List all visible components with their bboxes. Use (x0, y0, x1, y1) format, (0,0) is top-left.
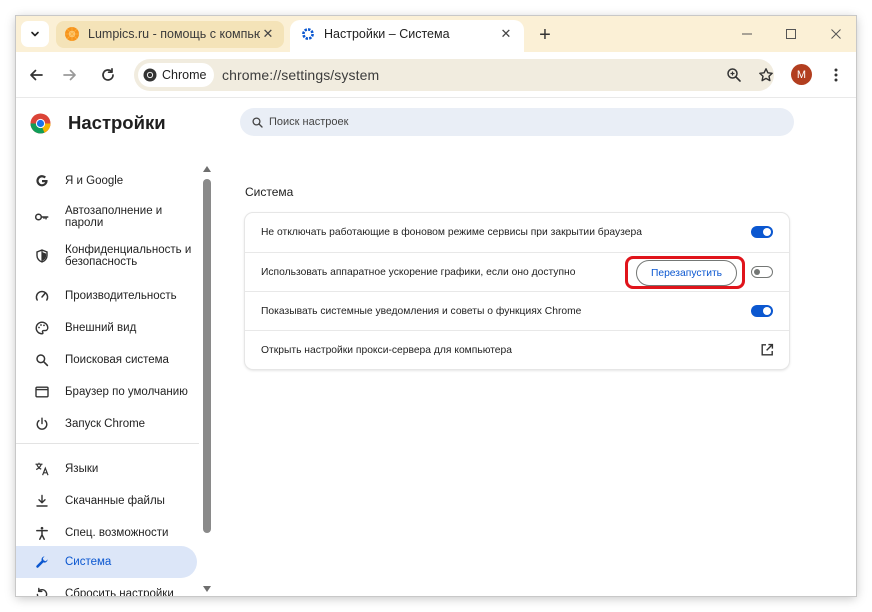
sidebar-item-search-engine[interactable]: Поисковая система (16, 345, 197, 375)
site-info-chip[interactable]: Chrome (138, 63, 215, 87)
sidebar-item-you-and-google[interactable]: Я и Google (16, 166, 197, 196)
wrench-icon (33, 553, 51, 571)
sidebar-item-label: Производительность (65, 290, 177, 302)
system-notifications-toggle[interactable] (751, 305, 773, 317)
chrome-logo-icon (143, 68, 157, 82)
tab-settings[interactable]: Настройки – Система ✕ (290, 16, 524, 52)
kebab-menu-icon[interactable] (828, 63, 844, 87)
section-title: Система (245, 185, 294, 199)
accessibility-icon (33, 524, 51, 542)
setting-label: Показывать системные уведомления и совет… (261, 306, 582, 317)
relaunch-button[interactable]: Перезапустить (636, 260, 737, 286)
sidebar-item-label: Автозаполнение и пароли (65, 205, 163, 229)
setting-row-system-notifications: Показывать системные уведомления и совет… (245, 291, 789, 330)
browser-toolbar: Chrome chrome://settings/system M (16, 52, 856, 98)
sidebar-item-default-browser[interactable]: Браузер по умолчанию (16, 377, 197, 407)
reset-icon (33, 585, 51, 596)
tab-title: Настройки – Система (324, 27, 450, 41)
power-icon (33, 415, 51, 433)
sidebar-item-label: Скачанные файлы (65, 495, 165, 507)
chrome-logo-icon (30, 113, 51, 133)
external-link-icon[interactable] (760, 343, 774, 357)
sidebar-item-reset[interactable]: Сбросить настройки (16, 579, 197, 596)
sidebar-item-performance[interactable]: Производительность (16, 281, 197, 311)
speedometer-icon (33, 287, 51, 305)
sidebar-item-label: Языки (65, 463, 99, 475)
sidebar-item-accessibility[interactable]: Спец. возможности (16, 518, 197, 548)
google-g-icon (33, 172, 51, 190)
setting-row-background-apps: Не отключать работающие в фоновом режиме… (245, 213, 789, 252)
translate-icon (33, 460, 51, 478)
reload-icon (102, 67, 114, 81)
download-icon (33, 492, 51, 510)
orange-favicon-icon (64, 26, 80, 42)
sidebar-item-label: Запуск Chrome (65, 418, 146, 430)
sidebar-item-appearance[interactable]: Внешний вид (16, 313, 197, 343)
forward-button[interactable] (58, 63, 82, 87)
sidebar-item-label: Спец. возможности (65, 527, 169, 539)
tab-strip: Lumpics.ru - помощь с компьютером ✕ Наст… (16, 16, 856, 52)
sidebar-divider (16, 443, 199, 444)
sidebar-item-label: Я и Google (65, 175, 124, 187)
sidebar-item-languages[interactable]: Языки (16, 454, 197, 484)
sidebar-item-label: Внешний вид (65, 322, 137, 334)
search-icon (33, 351, 51, 369)
minimize-icon[interactable] (735, 22, 759, 46)
settings-page: Настройки Поиск настроек Я и Google Авто… (16, 99, 856, 596)
setting-row-proxy-settings[interactable]: Открыть настройки прокси-сервера для ком… (245, 330, 789, 369)
new-tab-button[interactable]: + (534, 24, 556, 46)
maximize-icon[interactable] (779, 22, 803, 46)
avatar[interactable]: M (791, 64, 812, 85)
page-title: Настройки (68, 112, 166, 133)
key-icon (33, 208, 51, 226)
setting-label: Не отключать работающие в фоновом режиме… (261, 227, 642, 238)
sidebar-item-downloads[interactable]: Скачанные файлы (16, 486, 197, 516)
palette-icon (33, 319, 51, 337)
sidebar-item-label: Браузер по умолчанию (65, 386, 188, 398)
tab-title: Lumpics.ru - помощь с компьютером (88, 27, 260, 41)
setting-label: Использовать аппаратное ускорение график… (261, 267, 576, 278)
address-bar[interactable]: Chrome chrome://settings/system (134, 59, 774, 91)
chip-label: Chrome (162, 68, 207, 82)
arrow-right-icon (63, 69, 76, 81)
close-icon[interactable]: ✕ (260, 26, 276, 42)
reload-button[interactable] (96, 63, 120, 87)
sidebar-item-autofill[interactable]: Автозаполнение и пароли (16, 200, 197, 234)
scrollbar-thumb[interactable] (203, 179, 211, 533)
sidebar-item-label: Сбросить настройки (65, 588, 174, 596)
system-settings-card: Не отключать работающие в фоновом режиме… (245, 213, 789, 369)
chevron-down-icon (31, 31, 39, 37)
settings-header: Настройки (30, 112, 166, 134)
sidebar-item-on-startup[interactable]: Запуск Chrome (16, 409, 197, 439)
window-close-icon[interactable] (824, 22, 848, 46)
search-icon (252, 116, 263, 128)
tab-lumpics[interactable]: Lumpics.ru - помощь с компьютером ✕ (54, 16, 286, 52)
sidebar-item-label: Система (65, 556, 112, 568)
background-apps-toggle[interactable] (751, 226, 773, 238)
browser-window: Lumpics.ru - помощь с компьютером ✕ Наст… (16, 16, 856, 596)
settings-search-input[interactable]: Поиск настроек (240, 108, 794, 136)
bookmark-star-icon[interactable] (754, 63, 778, 87)
search-placeholder: Поиск настроек (269, 116, 349, 128)
url-text[interactable]: chrome://settings/system (222, 67, 379, 83)
tab-search-button[interactable] (21, 21, 49, 47)
scroll-down-arrow-icon[interactable] (202, 585, 212, 593)
sidebar-item-label: Конфиденциальность и безопасность (65, 244, 192, 268)
sidebar-item-label: Поисковая система (65, 354, 169, 366)
setting-label: Открыть настройки прокси-сервера для ком… (261, 345, 512, 356)
sidebar-item-system[interactable]: Система (16, 546, 197, 578)
hardware-acceleration-toggle[interactable] (751, 266, 773, 278)
back-button[interactable] (24, 63, 48, 87)
shield-icon (33, 247, 51, 265)
gear-icon (300, 26, 316, 42)
sidebar-item-privacy[interactable]: Конфиденциальность и безопасность (16, 239, 197, 273)
scroll-up-arrow-icon[interactable] (202, 165, 212, 173)
zoom-icon[interactable] (722, 63, 746, 87)
settings-sidebar: Я и Google Автозаполнение и пароли Конфи… (16, 159, 214, 596)
setting-row-hardware-acceleration: Использовать аппаратное ускорение график… (245, 252, 789, 291)
browser-window-icon (33, 383, 51, 401)
arrow-left-icon (30, 69, 43, 81)
close-icon[interactable]: ✕ (498, 26, 514, 42)
